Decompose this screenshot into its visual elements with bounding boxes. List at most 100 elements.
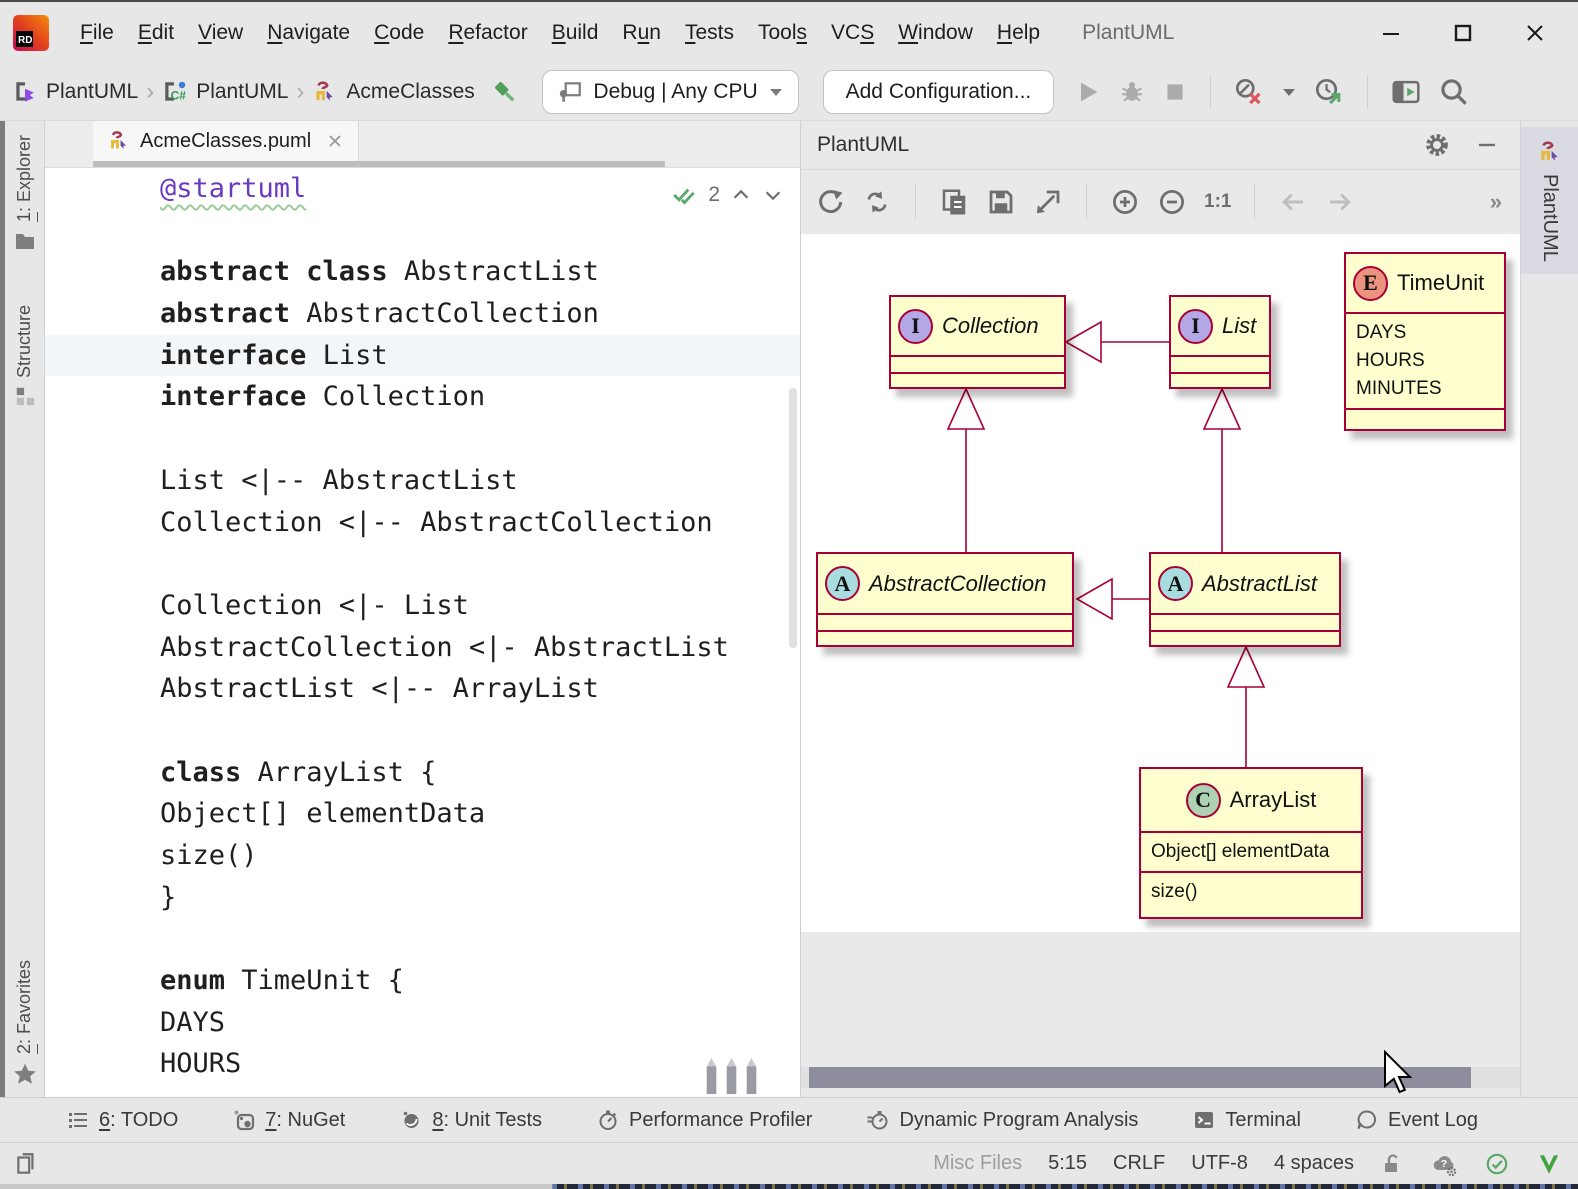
inspections-count: 2	[708, 183, 720, 206]
status-caret-position[interactable]: 5:15	[1048, 1152, 1087, 1175]
toolwindow-explorer[interactable]: 1: Explorer	[13, 135, 37, 253]
toolwindow-performance-profiler[interactable]: Performance Profiler	[596, 1108, 812, 1132]
toolwindow-terminal[interactable]: Terminal	[1192, 1108, 1301, 1132]
toolwindow-todo[interactable]: 6: TODO	[66, 1108, 178, 1132]
preview-hscrollbar-thumb[interactable]	[809, 1067, 1471, 1088]
menu-tests[interactable]: Tests	[673, 21, 746, 45]
code-line[interactable]: abstract class AbstractList	[45, 251, 800, 293]
close-button[interactable]	[1512, 13, 1558, 53]
statusbar: Misc Files 5:15 CRLF UTF-8 4 spaces ?	[0, 1142, 1578, 1184]
menu-vcs[interactable]: VCS	[819, 21, 886, 45]
profiler-dropdown-icon[interactable]	[1281, 84, 1297, 100]
menu-run[interactable]: Run	[610, 21, 673, 45]
code-line[interactable]	[45, 418, 800, 460]
tab-close-icon[interactable]	[326, 132, 344, 150]
code-line[interactable]: Collection <|- List	[45, 585, 800, 627]
copy-diagram-icon[interactable]	[939, 187, 969, 217]
next-problem-icon[interactable]	[762, 184, 784, 206]
run-configuration-select[interactable]: Debug | Any CPU	[542, 70, 799, 114]
run-icon[interactable]	[1074, 78, 1102, 106]
breadcrumb-file[interactable]: AcmeClasses	[312, 79, 474, 105]
toolbar-overflow-button[interactable]: »	[1490, 189, 1520, 215]
code-line[interactable]: Collection <|-- AbstractCollection	[45, 502, 800, 544]
prev-problem-icon[interactable]	[730, 184, 752, 206]
v-shield-icon[interactable]	[1536, 1151, 1562, 1177]
dpa-status-icon[interactable]: ?	[1430, 1150, 1458, 1178]
menu-file[interactable]: File	[68, 21, 126, 45]
code-line[interactable]	[45, 543, 800, 585]
toolwindow-plantuml[interactable]: PlantUML	[1521, 127, 1578, 274]
toolwindow-toggle-icon[interactable]	[14, 1151, 40, 1177]
zoom-out-icon[interactable]	[1157, 187, 1187, 217]
code-line[interactable]: interface Collection	[45, 376, 800, 418]
profiler-disabled-icon[interactable]	[1233, 76, 1265, 108]
toolwindow-dynamic-program-analysis[interactable]: Dynamic Program Analysis	[866, 1108, 1138, 1132]
forward-icon[interactable]	[1325, 187, 1355, 217]
toolwindow-structure-label: Structure	[14, 305, 34, 379]
back-icon[interactable]	[1278, 187, 1308, 217]
maximize-button[interactable]	[1440, 13, 1486, 53]
code-line[interactable]: AbstractCollection <|- AbstractList	[45, 627, 800, 669]
inspections-widget[interactable]: 2	[672, 182, 784, 208]
menu-build[interactable]: Build	[540, 21, 611, 45]
menu-window[interactable]: Window	[886, 21, 985, 45]
menu-tools[interactable]: Tools	[746, 21, 819, 45]
menu-refactor[interactable]: Refactor	[436, 21, 539, 45]
tab-underline	[93, 161, 665, 167]
editor-tab-acmeclasses[interactable]: AcmeClasses.puml	[93, 121, 360, 161]
breadcrumb-project[interactable]: C# PlantUML	[162, 79, 288, 105]
search-everywhere-icon[interactable]	[1438, 76, 1470, 108]
minimize-button[interactable]	[1368, 13, 1414, 53]
class-name: AbstractCollection	[869, 570, 1047, 596]
code-editor[interactable]: @startuml abstract class AbstractList ab…	[45, 168, 800, 1097]
add-configuration-button[interactable]: Add Configuration...	[822, 70, 1055, 114]
menu-help[interactable]: Help	[985, 21, 1052, 45]
unlock-icon[interactable]	[1380, 1152, 1404, 1176]
coverage-icon[interactable]	[1313, 76, 1345, 108]
code-line[interactable]: DAYS	[45, 1002, 800, 1044]
status-indent[interactable]: 4 spaces	[1274, 1152, 1354, 1175]
toolwindow-favorites[interactable]: 2: Favorites	[12, 960, 38, 1087]
hide-panel-icon[interactable]	[1476, 134, 1498, 156]
inspections-status-icon[interactable]	[1484, 1151, 1510, 1177]
refresh-icon[interactable]	[815, 187, 845, 217]
status-context[interactable]: Misc Files	[933, 1152, 1022, 1175]
code-line[interactable]	[45, 918, 800, 960]
toolwindow-event-log[interactable]: Event Log	[1355, 1108, 1478, 1132]
menu-code[interactable]: Code	[362, 21, 436, 45]
code-line[interactable]: class ArrayList {	[45, 752, 800, 794]
breadcrumb-solution[interactable]: PlantUML	[12, 79, 138, 105]
menu-edit[interactable]: Edit	[126, 21, 186, 45]
code-line[interactable]: enum TimeUnit {	[45, 960, 800, 1002]
code-line[interactable]: AbstractList <|-- ArrayList	[45, 668, 800, 710]
menu-navigate[interactable]: Navigate	[255, 21, 362, 45]
code-line[interactable]: size()	[45, 835, 800, 877]
code-line[interactable]: List <|-- AbstractList	[45, 460, 800, 502]
toolwindow-structure[interactable]: Structure	[14, 305, 36, 407]
menu-view[interactable]: View	[186, 21, 255, 45]
code-line[interactable]: Object[] elementData	[45, 793, 800, 835]
maximize-icon	[1454, 24, 1472, 42]
save-diagram-icon[interactable]	[986, 187, 1016, 217]
code-line[interactable]: }	[45, 877, 800, 919]
editor-scrollbar[interactable]	[789, 388, 797, 648]
code-line-current[interactable]: interface List	[45, 334, 800, 377]
gear-icon[interactable]	[1424, 132, 1450, 158]
stop-icon[interactable]	[1162, 79, 1188, 105]
code-line[interactable]	[45, 710, 800, 752]
toolwindow-nuget[interactable]: 7: NuGet	[232, 1108, 345, 1132]
toolwindow-unit-tests[interactable]: 8: Unit Tests	[399, 1108, 542, 1132]
status-line-ending[interactable]: CRLF	[1113, 1152, 1165, 1175]
code-line[interactable]: HOURS	[45, 1043, 800, 1085]
status-encoding[interactable]: UTF-8	[1191, 1152, 1248, 1175]
code-line[interactable]	[45, 210, 800, 252]
actual-size-button[interactable]: 1:1	[1204, 191, 1231, 213]
debug-icon[interactable]	[1118, 78, 1146, 106]
build-hammer-icon[interactable]	[490, 77, 520, 107]
code-line[interactable]: abstract AbstractCollection	[45, 293, 800, 335]
zoom-in-icon[interactable]	[1110, 187, 1140, 217]
export-diagram-icon[interactable]	[1033, 187, 1063, 217]
preview-empty-area	[801, 932, 1520, 1067]
reload-all-icon[interactable]	[862, 187, 892, 217]
run-anything-icon[interactable]	[1390, 76, 1422, 108]
